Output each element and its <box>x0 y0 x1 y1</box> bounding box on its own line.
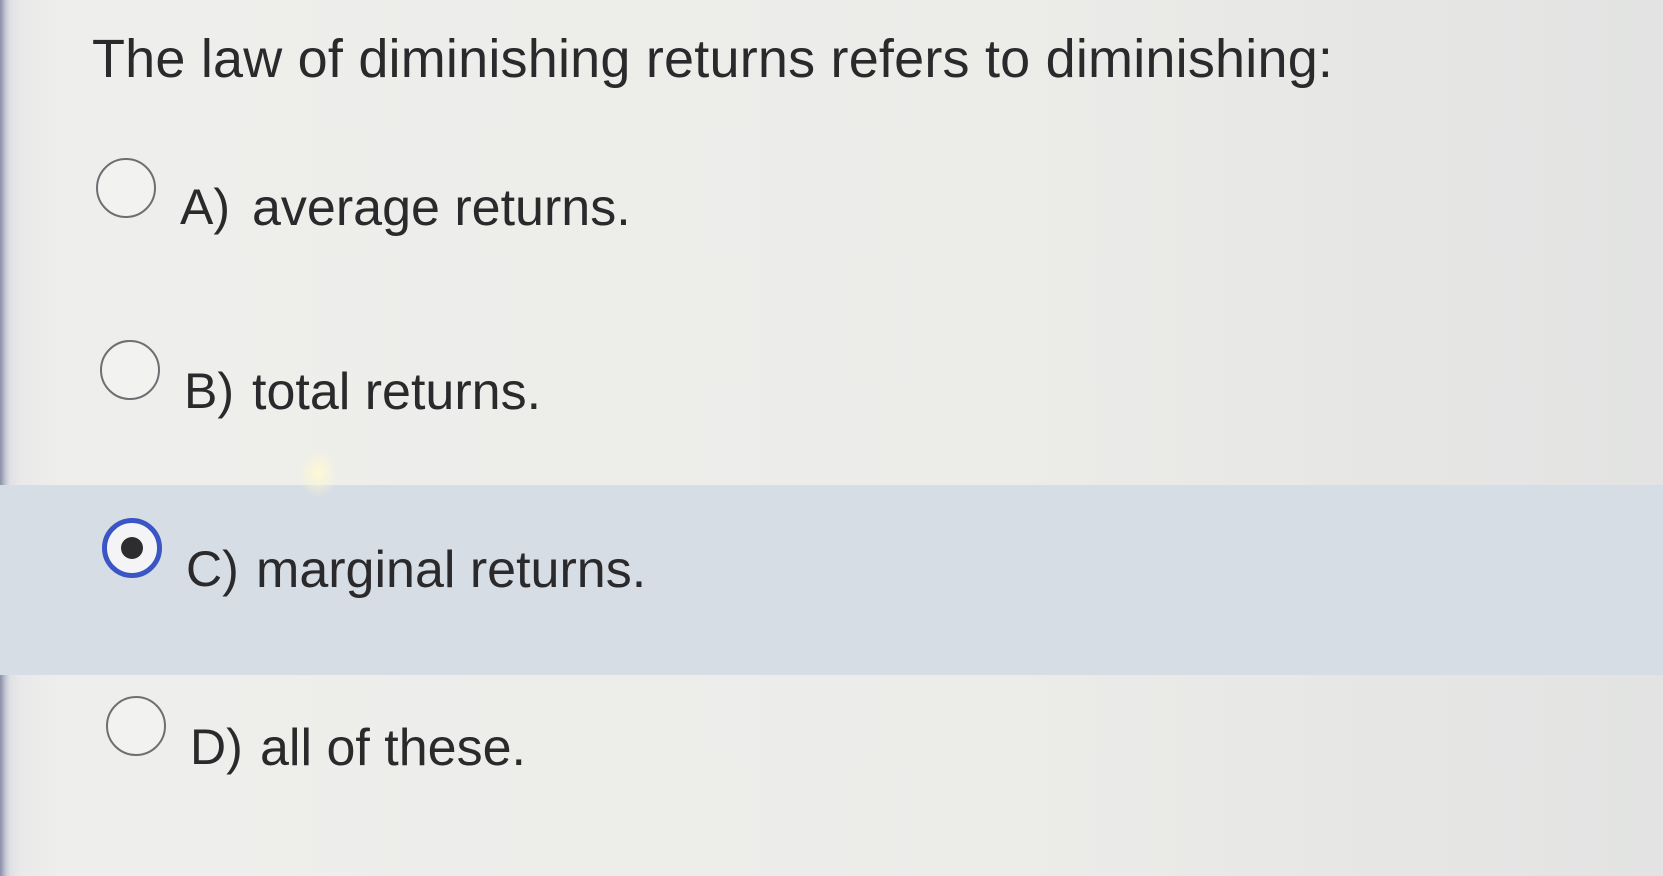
option-c-label: marginal returns. <box>256 541 647 599</box>
option-c[interactable]: C) marginal returns. <box>0 485 1663 675</box>
option-b-label: total returns. <box>252 363 542 421</box>
option-a-label: average returns. <box>252 179 631 237</box>
option-d-letter: D) <box>190 719 243 775</box>
radio-option-c-selected[interactable] <box>102 518 162 578</box>
option-c-letter: C) <box>186 541 239 597</box>
radio-option-a[interactable] <box>96 158 156 218</box>
option-d[interactable]: D) all of these. <box>0 680 1663 876</box>
radio-option-b[interactable] <box>100 340 160 400</box>
option-b-letter: B) <box>184 363 234 419</box>
screen-glare <box>298 448 338 498</box>
option-a-letter: A) <box>180 179 230 235</box>
answer-options: A) average returns. B) total returns. C)… <box>0 0 1663 876</box>
option-a[interactable]: A) average returns. <box>0 118 1663 293</box>
option-b[interactable]: B) total returns. <box>0 300 1663 475</box>
option-d-label: all of these. <box>260 719 526 777</box>
radio-option-d[interactable] <box>106 696 166 756</box>
